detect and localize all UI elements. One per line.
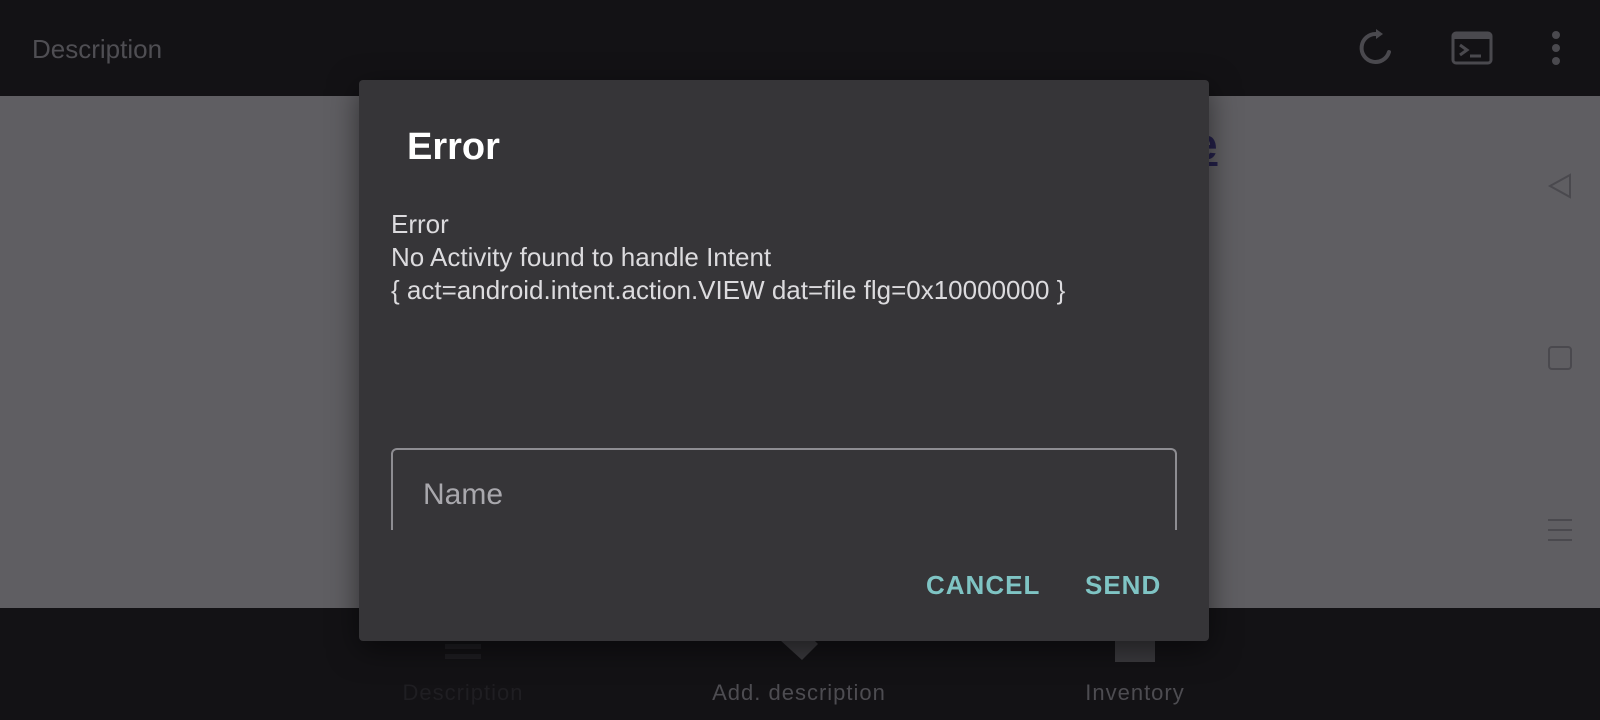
- cancel-button[interactable]: CANCEL: [926, 570, 1040, 601]
- name-input[interactable]: Name: [391, 448, 1177, 530]
- error-dialog: Error Error No Activity found to handle …: [359, 80, 1209, 641]
- name-input-placeholder: Name: [423, 478, 504, 511]
- dialog-title: Error: [407, 126, 500, 168]
- dialog-message: Error No Activity found to handle Intent…: [391, 209, 1066, 305]
- app-window: Description e: [0, 0, 1600, 720]
- send-button[interactable]: SEND: [1085, 570, 1161, 601]
